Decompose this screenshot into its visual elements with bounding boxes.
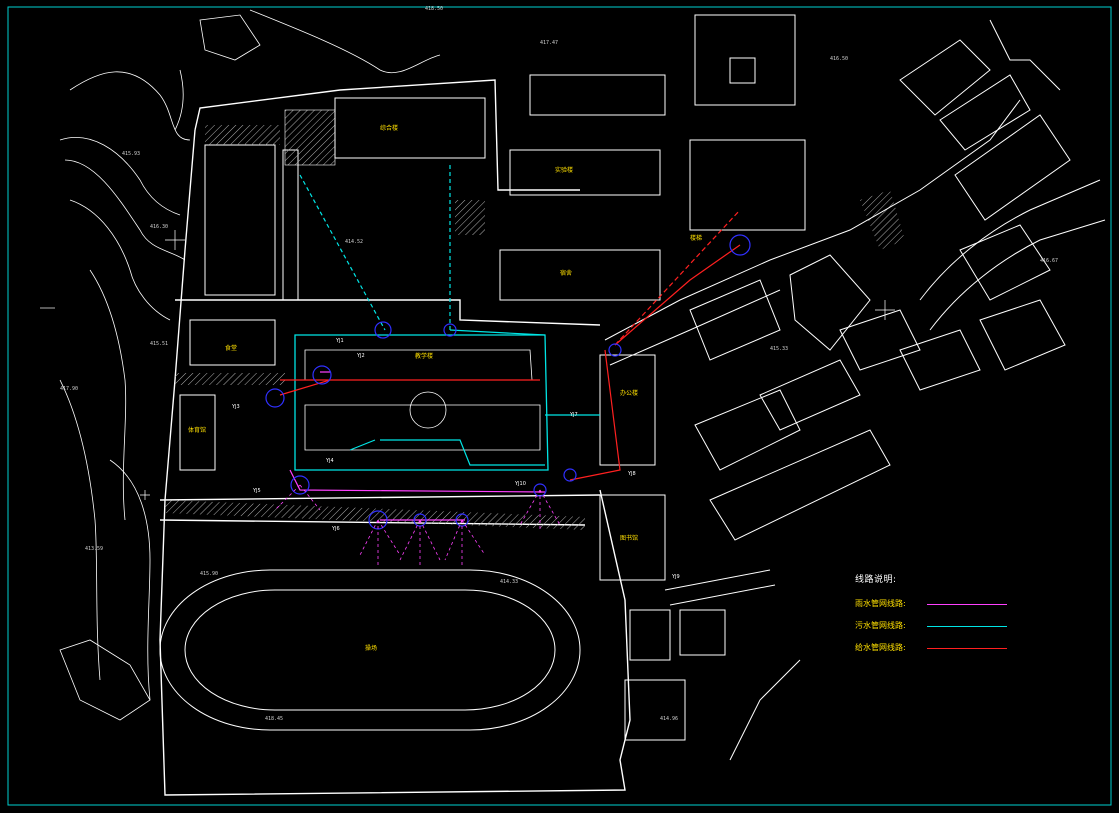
label-building-canteen: 食堂 [225, 344, 237, 352]
node-label-8: YJ8 [627, 471, 636, 477]
legend-line-water [927, 648, 1007, 649]
label-building-lab: 实验楼 [555, 166, 573, 174]
node-label-4: YJ4 [325, 458, 334, 464]
legend-row-water: 给水管网线路: [855, 642, 1065, 654]
node-label-2: YJ2 [356, 353, 365, 359]
elev-2: 416.30 [150, 224, 168, 230]
legend-line-storm [927, 604, 1007, 605]
label-building-library: 图书馆 [620, 534, 638, 542]
label-field: 操场 [365, 644, 377, 652]
manhole-nodes [265, 234, 751, 530]
elev-11: 418.45 [265, 716, 283, 722]
label-stair: 楼梯 [690, 234, 702, 242]
cad-viewport[interactable]: 综合楼 教学楼 实验楼 办公楼 宿舍 食堂 体育馆 图书馆 操场 楼梯 415.… [0, 0, 1119, 813]
legend-line-sewer [927, 626, 1007, 627]
hatched-areas [165, 109, 905, 530]
legend-title: 线路说明: [855, 575, 897, 585]
elev-10: 414.33 [500, 579, 518, 585]
elev-7: 417.90 [60, 386, 78, 392]
site-plan-drawing[interactable]: 综合楼 教学楼 实验楼 办公楼 宿舍 食堂 体育馆 图书馆 操场 楼梯 415.… [0, 0, 1119, 813]
elev-5: 414.52 [345, 239, 363, 245]
elev-8: 413.59 [85, 546, 103, 552]
node-label-6: YJ6 [331, 526, 340, 532]
node-label-10: YJ10 [514, 481, 526, 487]
legend-label-water: 给水管网线路: [855, 643, 906, 652]
elev-14: 416.67 [1040, 258, 1058, 264]
legend-row-storm: 雨水管网线路: [855, 598, 1065, 610]
node-label-7: YJ7 [569, 412, 578, 418]
sewer-network [299, 165, 600, 466]
label-building-gym: 体育馆 [188, 426, 206, 434]
node-label-9: YJ9 [671, 574, 680, 580]
elev-3: 418.50 [425, 6, 443, 12]
label-building-dorm: 宿舍 [560, 269, 572, 277]
elev-9: 415.90 [200, 571, 218, 577]
elev-15: 414.96 [660, 716, 678, 722]
elev-6: 415.51 [150, 341, 168, 347]
label-building-office: 办公楼 [620, 389, 638, 397]
elev-13: 415.33 [770, 346, 788, 352]
node-label-1: YJ1 [335, 338, 344, 344]
legend-label-storm: 雨水管网线路: [855, 599, 906, 608]
drawing-labels: 综合楼 教学楼 实验楼 办公楼 宿舍 食堂 体育馆 图书馆 操场 楼梯 [188, 124, 702, 652]
campus-boundary [159, 79, 631, 796]
legend: 线路说明: 雨水管网线路: 污水管网线路: 给水管网线路: [845, 568, 1065, 668]
legend-row-sewer: 污水管网线路: [855, 620, 1065, 632]
elev-1: 415.93 [122, 151, 140, 157]
elev-12: 416.50 [830, 56, 848, 62]
node-label-5: YJ5 [252, 488, 261, 494]
elev-4: 417.47 [540, 40, 558, 46]
legend-label-sewer: 污水管网线路: [855, 621, 906, 630]
label-building-teach: 教学楼 [415, 352, 433, 360]
node-label-3: YJ3 [231, 404, 240, 410]
label-building-main: 综合楼 [380, 124, 398, 132]
